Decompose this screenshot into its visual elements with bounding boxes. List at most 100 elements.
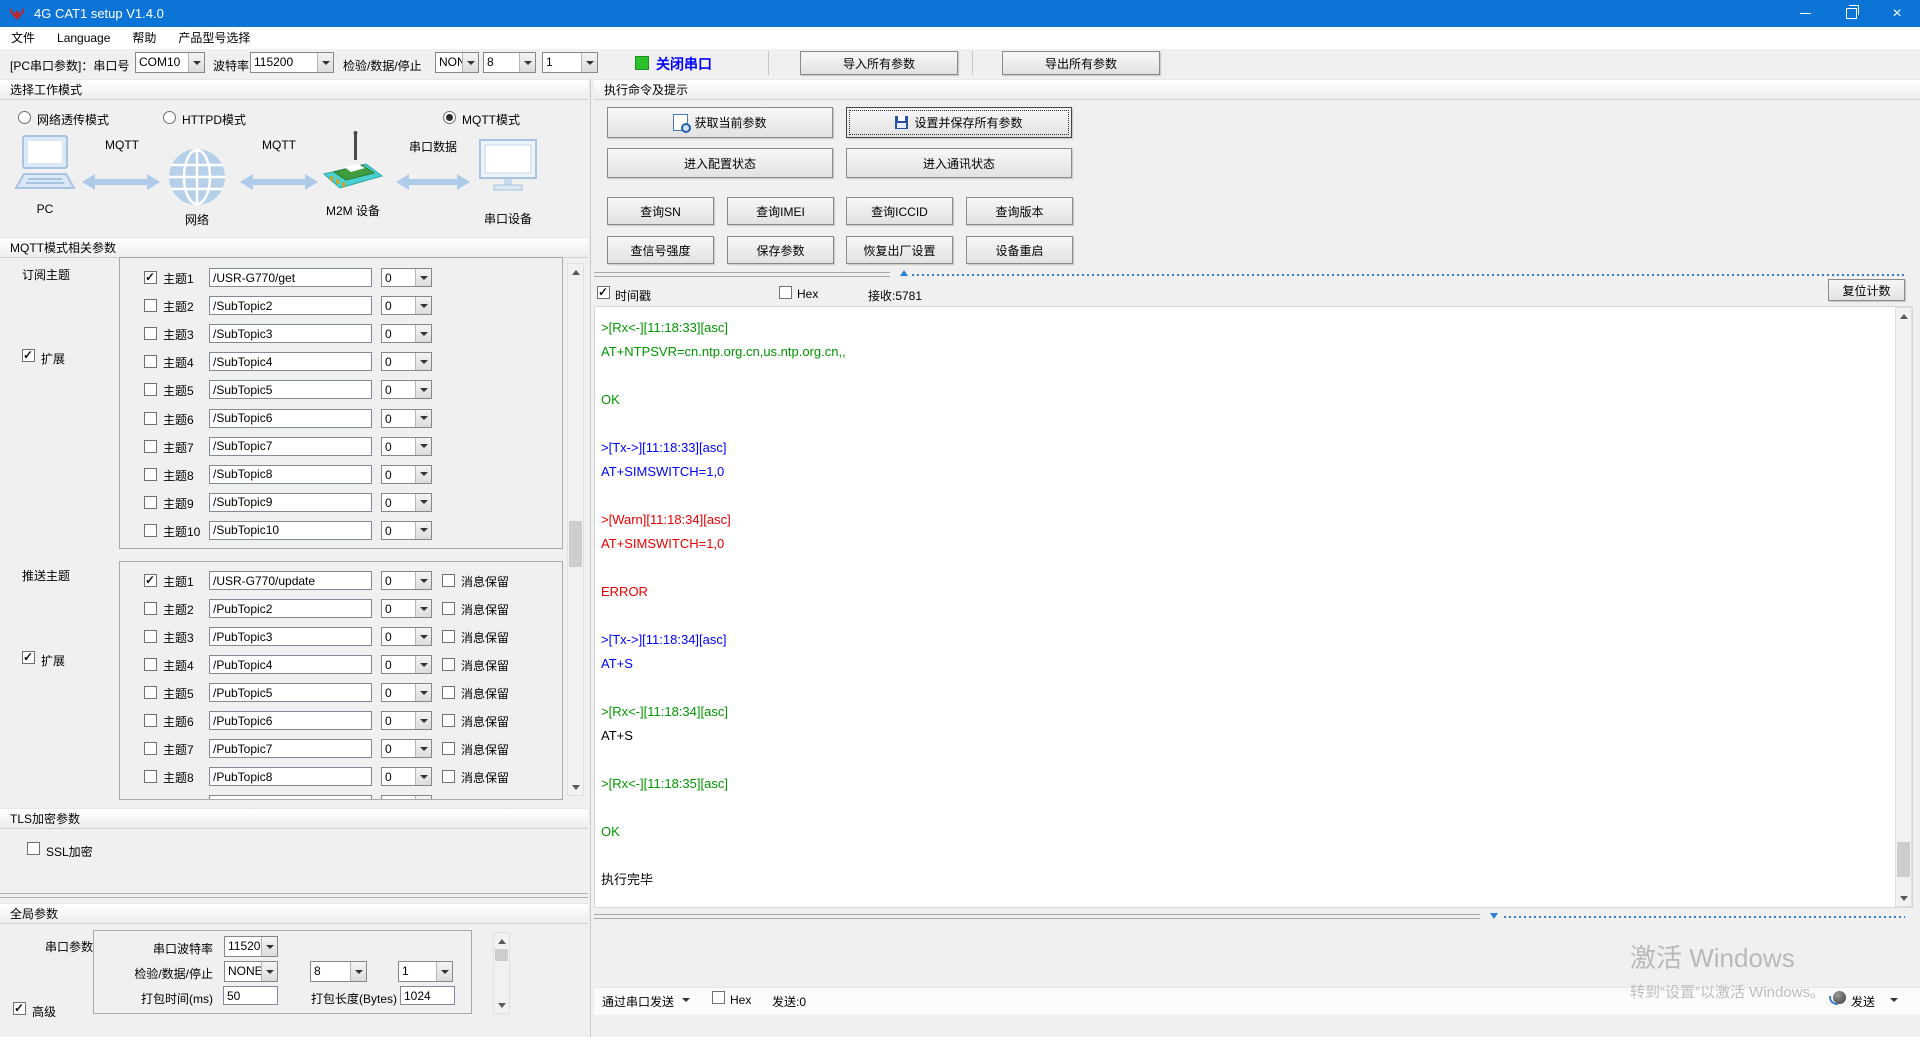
qos-select[interactable]: 0 [381,465,432,484]
chevron-down-icon[interactable] [415,269,431,286]
topic-input[interactable] [209,409,372,428]
chevron-down-icon[interactable] [415,522,431,539]
qos-select[interactable]: 0 [381,711,432,730]
topic-checkbox[interactable] [144,412,157,425]
chevron-down-icon[interactable] [261,962,277,981]
import-params-button[interactable]: 导入所有参数 [800,51,958,75]
pack-length-input[interactable] [400,986,455,1005]
chevron-down-icon[interactable] [188,53,204,72]
topic-input[interactable] [209,767,372,786]
log-tracker-bottom[interactable] [594,914,1480,919]
menu-item-2[interactable]: 帮助 [121,27,167,49]
chevron-down-icon[interactable] [415,628,431,645]
global-baud-select[interactable]: 115200 [224,936,278,957]
parity-select[interactable]: NONI [435,52,479,73]
qos-select[interactable]: 0 [381,655,432,674]
chevron-down-icon[interactable] [350,962,366,981]
chevron-down-icon[interactable] [1890,998,1898,1002]
chevron-down-icon[interactable] [415,572,431,589]
cmd-button-1[interactable]: 设置并保存所有参数 [846,107,1072,138]
chevron-down-icon[interactable] [317,53,333,72]
databits-select[interactable]: 8 [483,52,536,73]
log-hex-checkbox[interactable] [779,286,792,299]
topic-input[interactable] [209,352,372,371]
timestamp-checkbox[interactable] [597,286,610,299]
global-panel-scrollbar[interactable] [493,932,510,1014]
subscribe-extend-checkbox[interactable] [22,349,35,362]
chevron-down-icon[interactable] [415,381,431,398]
cmd-button-8[interactable]: 查信号强度 [607,236,714,264]
chevron-down-icon[interactable] [415,325,431,342]
topic-checkbox[interactable] [144,602,157,615]
cmd-button-4[interactable]: 查询SN [607,197,714,225]
qos-select[interactable]: 0 [381,767,432,786]
chevron-down-icon[interactable] [415,768,431,785]
retain-checkbox[interactable] [442,714,455,727]
qos-select[interactable]: 0 [381,627,432,646]
splitter[interactable] [0,893,588,898]
chevron-down-icon[interactable] [415,740,431,757]
chevron-down-icon[interactable] [415,410,431,427]
chevron-down-icon[interactable] [462,53,478,72]
chevron-down-icon[interactable] [581,53,597,72]
scroll-up-icon[interactable] [1896,308,1911,324]
topic-checkbox[interactable] [144,658,157,671]
qos-select[interactable]: 0 [381,437,432,456]
send-button[interactable]: 发送 [1851,993,1875,1010]
cmd-button-6[interactable]: 查询ICCID [846,197,953,225]
topic-checkbox[interactable] [144,742,157,755]
chevron-down-icon[interactable] [415,656,431,673]
chevron-down-icon[interactable] [519,53,535,72]
topic-checkbox[interactable] [144,327,157,340]
topic-checkbox[interactable] [144,383,157,396]
qos-select[interactable]: 0 [381,324,432,343]
ssl-checkbox[interactable] [27,842,40,855]
topic-input[interactable] [209,521,372,540]
cmd-button-9[interactable]: 保存参数 [727,236,834,264]
log-scrollbar[interactable] [1895,307,1912,907]
chevron-down-icon[interactable] [436,962,452,981]
global-databits-select[interactable]: 8 [310,961,367,982]
topic-input[interactable] [209,655,372,674]
cmd-button-3[interactable]: 进入通讯状态 [846,148,1072,178]
topic-checkbox[interactable] [144,271,157,284]
qos-select[interactable]: 0 [381,599,432,618]
mqtt-panel-scrollbar[interactable] [567,263,584,796]
topic-input[interactable] [209,268,372,287]
topic-checkbox[interactable] [144,714,157,727]
com-port-select[interactable]: COM10 [135,52,205,73]
topic-input[interactable] [209,493,372,512]
advanced-checkbox[interactable] [13,1002,26,1015]
scroll-down-icon[interactable] [568,779,583,795]
cmd-button-2[interactable]: 进入配置状态 [607,148,833,178]
topic-checkbox[interactable] [144,299,157,312]
cmd-button-5[interactable]: 查询IMEI [727,197,834,225]
cmd-button-7[interactable]: 查询版本 [966,197,1073,225]
scrollbar-thumb[interactable] [495,949,508,961]
topic-input[interactable] [209,465,372,484]
qos-select[interactable]: 0 [381,380,432,399]
chevron-down-icon[interactable] [415,600,431,617]
retain-checkbox[interactable] [442,742,455,755]
publish-extend-checkbox[interactable] [22,651,35,664]
minimize-button[interactable] [1782,0,1828,27]
work-mode-radio-2[interactable] [443,111,456,124]
stopbits-select[interactable]: 1 [542,52,598,73]
retain-checkbox[interactable] [442,602,455,615]
topic-input[interactable] [209,437,372,456]
scroll-down-icon[interactable] [1896,890,1911,906]
restore-button[interactable] [1828,0,1874,27]
topic-input[interactable] [209,380,372,399]
topic-checkbox[interactable] [144,686,157,699]
topic-checkbox[interactable] [144,770,157,783]
menu-item-3[interactable]: 产品型号选择 [167,27,261,49]
chevron-down-icon[interactable] [415,712,431,729]
cmd-button-10[interactable]: 恢复出厂设置 [846,236,953,264]
scroll-up-icon[interactable] [494,933,509,949]
chevron-down-icon[interactable] [261,937,277,956]
chevron-down-icon[interactable] [415,438,431,455]
topic-input[interactable] [209,571,372,590]
topic-checkbox[interactable] [144,496,157,509]
qos-select[interactable]: 0 [381,571,432,590]
qos-select[interactable]: 0 [381,296,432,315]
